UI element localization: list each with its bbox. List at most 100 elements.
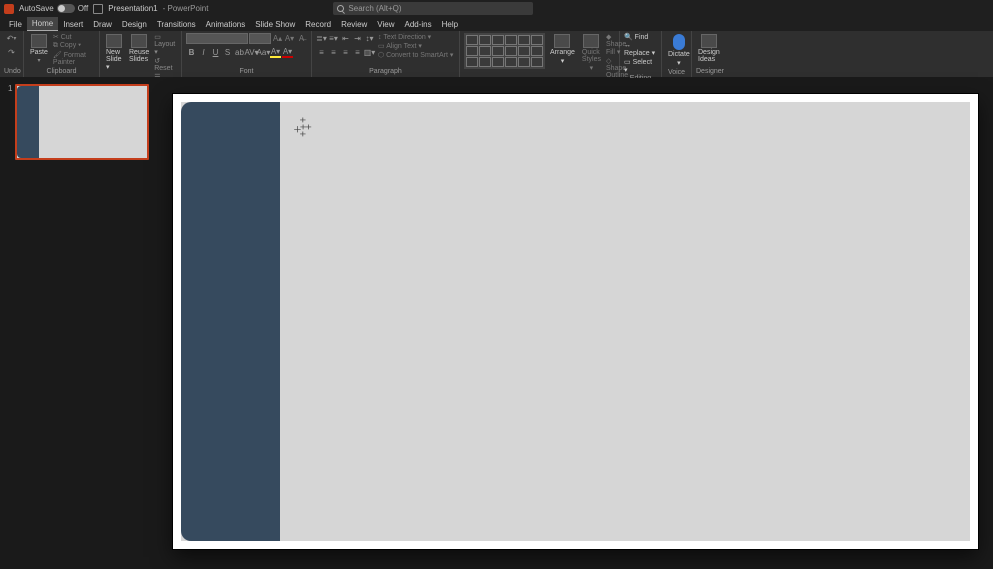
designer-icon <box>701 34 717 48</box>
menu-animations[interactable]: Animations <box>201 18 251 31</box>
justify-button[interactable]: ≡ <box>352 47 363 58</box>
align-left-button[interactable]: ≡ <box>316 47 327 58</box>
save-icon[interactable] <box>93 4 103 14</box>
autosave-label: AutoSave <box>19 4 54 13</box>
bold-button[interactable]: B <box>186 47 197 58</box>
slide-container: ⁺+⁺⁺⁺ <box>173 94 978 549</box>
spacing-button[interactable]: AV▾ <box>246 47 257 58</box>
autosave-state: Off <box>78 4 89 13</box>
paste-icon <box>31 34 47 48</box>
arrange-icon <box>554 34 570 48</box>
slide-canvas[interactable]: ⁺+⁺⁺⁺ <box>181 102 970 541</box>
text-direction-button[interactable]: ↕ Text Direction ▾ <box>378 33 453 41</box>
font-size-combo[interactable] <box>249 33 271 44</box>
menu-draw[interactable]: Draw <box>88 18 117 31</box>
redo-button[interactable]: ↷ <box>6 47 17 58</box>
styles-icon <box>583 34 599 48</box>
ribbon: ↶▾ ↷ Undo Paste▾ ✂ Cut ⧉ Copy ▾ 🖌 Format… <box>0 31 993 78</box>
slide-thumbnail-panel: 1 <box>0 78 157 569</box>
thumbnail-number: 1 <box>8 84 12 160</box>
shadow-button[interactable]: ab <box>234 47 245 58</box>
group-paragraph: ≣▾ ≡▾ ⇤ ⇥ ↕▾ ≡ ≡ ≡ ≡ ▥▾ ↕ Text Direction… <box>312 31 460 77</box>
group-label-undo: Undo <box>4 67 19 75</box>
menu-insert[interactable]: Insert <box>58 18 88 31</box>
autosave-toggle[interactable]: AutoSave Off <box>19 4 88 13</box>
italic-button[interactable]: I <box>198 47 209 58</box>
app-name: - PowerPoint <box>163 4 209 13</box>
mic-icon <box>673 34 685 50</box>
menu-home[interactable]: Home <box>27 17 58 31</box>
group-font: A▴ A▾ A̶ B I U S ab AV▾ Aa▾ A▾ A▾ Font <box>182 31 312 77</box>
menu-record[interactable]: Record <box>300 18 336 31</box>
undo-button[interactable]: ↶▾ <box>6 33 17 44</box>
new-slide-button[interactable]: New Slide ▾ <box>104 33 124 72</box>
paste-button[interactable]: Paste▾ <box>28 33 50 65</box>
group-slides: New Slide ▾ Reuse Slides ▭ Layout ▾ ↺ Re… <box>100 31 182 77</box>
group-editing: 🔍 Find ↔ Replace ▾ ▭ Select ▾ Editing <box>620 31 662 77</box>
shapes-gallery[interactable] <box>464 33 545 69</box>
title-bar: AutoSave Off Presentation1 - PowerPoint … <box>0 0 993 17</box>
new-slide-icon <box>106 34 122 48</box>
underline-button[interactable]: U <box>210 47 221 58</box>
search-placeholder: Search (Alt+Q) <box>348 4 401 13</box>
group-voice: Dictate▾ Voice <box>662 31 692 77</box>
align-right-button[interactable]: ≡ <box>340 47 351 58</box>
clear-format-button[interactable]: A̶ <box>296 33 307 44</box>
main-area: 1 ⁺+⁺⁺⁺ <box>0 78 993 569</box>
app-logo-icon <box>4 4 14 14</box>
bullets-button[interactable]: ≣▾ <box>316 33 327 44</box>
align-center-button[interactable]: ≡ <box>328 47 339 58</box>
group-label-font: Font <box>186 67 307 75</box>
design-ideas-button[interactable]: Design Ideas <box>696 33 722 64</box>
group-designer: Design Ideas Designer <box>692 31 726 77</box>
group-label-clipboard: Clipboard <box>28 67 95 75</box>
indent-inc-button[interactable]: ⇥ <box>352 33 363 44</box>
replace-button[interactable]: ↔ Replace ▾ <box>624 42 657 57</box>
menu-addins[interactable]: Add-ins <box>400 18 437 31</box>
font-family-combo[interactable] <box>186 33 248 44</box>
quick-styles-button[interactable]: Quick Styles▾ <box>580 33 603 73</box>
group-label-designer: Designer <box>696 67 722 75</box>
reuse-slides-button[interactable]: Reuse Slides <box>127 33 151 64</box>
shrink-font-button[interactable]: A▾ <box>284 33 295 44</box>
strike-button[interactable]: S <box>222 47 233 58</box>
case-button[interactable]: Aa▾ <box>258 47 269 58</box>
reuse-slides-icon <box>131 34 147 48</box>
slide-band-shape[interactable] <box>181 102 280 541</box>
numbering-button[interactable]: ≡▾ <box>328 33 339 44</box>
dictate-button[interactable]: Dictate▾ <box>666 33 692 68</box>
menu-slideshow[interactable]: Slide Show <box>250 18 300 31</box>
menu-help[interactable]: Help <box>437 18 463 31</box>
highlight-button[interactable]: A▾ <box>270 47 281 58</box>
arrange-button[interactable]: Arrange▾ <box>548 33 577 66</box>
document-title[interactable]: Presentation1 <box>108 4 157 13</box>
group-label-paragraph: Paragraph <box>316 67 455 75</box>
format-painter-button[interactable]: 🖌 Format Painter <box>53 51 95 66</box>
reset-button[interactable]: ↺ Reset <box>154 57 177 72</box>
find-button[interactable]: 🔍 Find <box>624 33 657 41</box>
grow-font-button[interactable]: A▴ <box>272 33 283 44</box>
copy-button[interactable]: ⧉ Copy ▾ <box>53 42 95 50</box>
columns-button[interactable]: ▥▾ <box>364 47 375 58</box>
slide-editor[interactable]: ⁺+⁺⁺⁺ <box>157 78 993 569</box>
search-box[interactable]: Search (Alt+Q) <box>333 2 533 15</box>
toggle-icon[interactable] <box>57 4 75 13</box>
cut-button[interactable]: ✂ Cut <box>53 33 95 41</box>
select-button[interactable]: ▭ Select ▾ <box>624 58 657 74</box>
group-clipboard: Paste▾ ✂ Cut ⧉ Copy ▾ 🖌 Format Painter C… <box>24 31 100 77</box>
align-text-button[interactable]: ▭ Align Text ▾ <box>378 42 453 50</box>
slide-thumbnail-1[interactable] <box>15 84 149 160</box>
indent-dec-button[interactable]: ⇤ <box>340 33 351 44</box>
menu-review[interactable]: Review <box>336 18 372 31</box>
menu-design[interactable]: Design <box>117 18 152 31</box>
menu-view[interactable]: View <box>372 18 399 31</box>
menu-transitions[interactable]: Transitions <box>152 18 201 31</box>
font-color-button[interactable]: A▾ <box>282 47 293 58</box>
line-spacing-button[interactable]: ↕▾ <box>364 33 375 44</box>
group-undo: ↶▾ ↷ Undo <box>0 31 24 77</box>
menu-file[interactable]: File <box>4 18 27 31</box>
layout-button[interactable]: ▭ Layout ▾ <box>154 33 177 56</box>
text-cursor-icon: ⁺+⁺⁺⁺ <box>293 120 310 141</box>
search-icon <box>337 5 344 12</box>
smartart-button[interactable]: ⬡ Convert to SmartArt ▾ <box>378 51 453 59</box>
